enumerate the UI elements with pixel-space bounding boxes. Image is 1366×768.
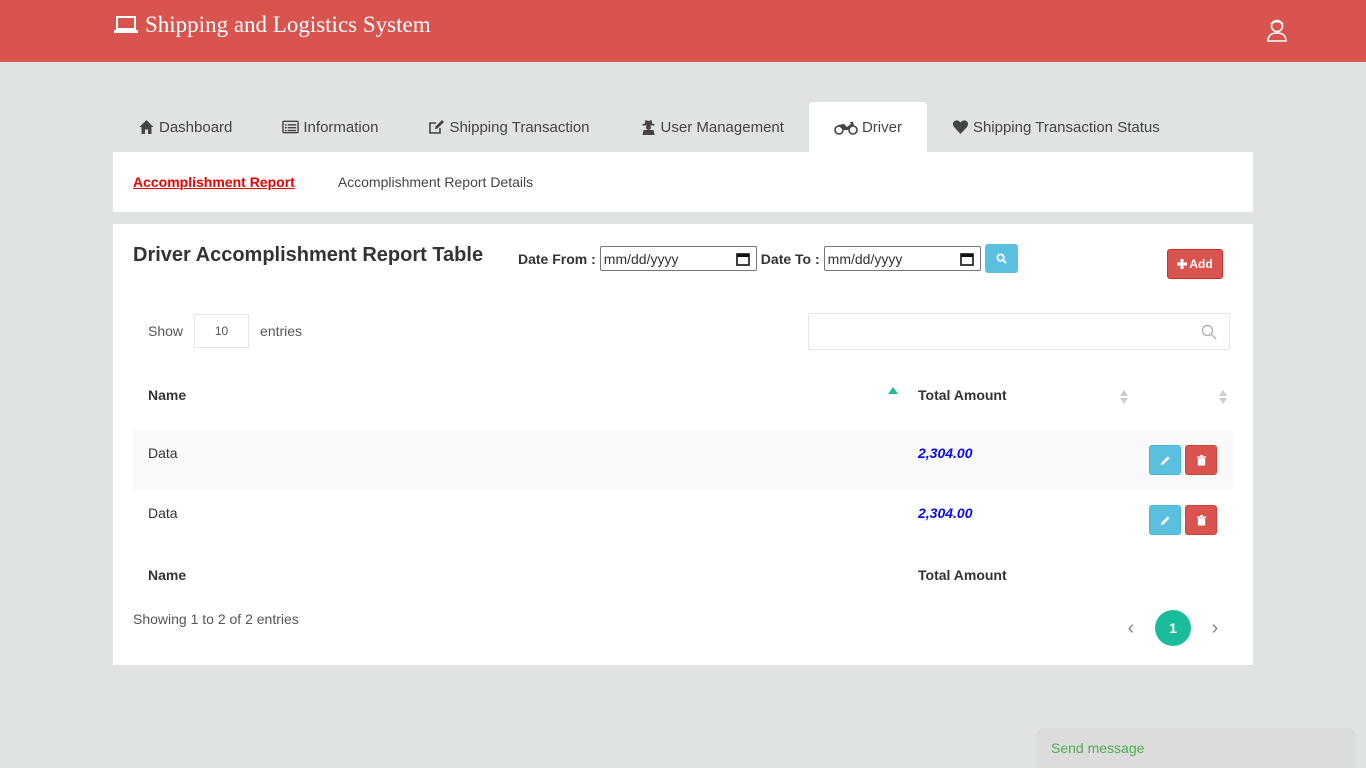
date-search-button[interactable] bbox=[984, 244, 1018, 273]
plus-icon bbox=[1177, 259, 1188, 269]
calendar-icon[interactable] bbox=[959, 252, 974, 266]
sort-icon[interactable] bbox=[1120, 390, 1128, 404]
column-footer-total-amount: Total Amount bbox=[918, 567, 1007, 583]
send-message-label: Send message bbox=[1051, 740, 1145, 756]
tab-label: User Management bbox=[660, 118, 784, 136]
page-button-current[interactable]: 1 bbox=[1155, 610, 1191, 646]
table-row: Data 2,304.00 bbox=[133, 430, 1233, 490]
motorcycle-icon bbox=[834, 122, 858, 135]
main-tabs: Dashboard Information Shipping Transacti… bbox=[113, 102, 1185, 152]
laptop-icon bbox=[114, 16, 138, 33]
row-actions bbox=[1149, 505, 1217, 535]
panel-title: Driver Accomplishment Report Table bbox=[133, 244, 484, 266]
top-header: Shipping and Logistics System bbox=[0, 0, 1366, 62]
tab-label: Driver bbox=[861, 118, 902, 136]
tab-label: Dashboard bbox=[159, 118, 233, 136]
tab-label: Shipping Transaction bbox=[449, 118, 590, 136]
calendar-icon[interactable] bbox=[735, 252, 750, 266]
sub-navigation: Accomplishment Report Accomplishment Rep… bbox=[113, 152, 1253, 212]
home-icon bbox=[139, 120, 154, 134]
table-search-input[interactable] bbox=[808, 313, 1230, 350]
user-secret-icon bbox=[642, 120, 655, 135]
table-footer-row: Name Total Amount bbox=[133, 550, 1233, 610]
date-to-placeholder: mm/dd/yyyy bbox=[827, 250, 903, 267]
row-actions bbox=[1149, 445, 1217, 475]
tab-label: Shipping Transaction Status bbox=[972, 118, 1160, 136]
date-from-input[interactable]: mm/dd/yyyy bbox=[599, 246, 757, 271]
heart-icon bbox=[952, 120, 968, 134]
edit-button[interactable] bbox=[1149, 445, 1181, 475]
app-title: Shipping and Logistics System bbox=[145, 12, 431, 37]
page-length-select[interactable]: 10 bbox=[194, 314, 250, 348]
tab-user-management[interactable]: User Management bbox=[615, 102, 809, 152]
date-to-input[interactable]: mm/dd/yyyy bbox=[823, 246, 981, 271]
tab-information[interactable]: Information bbox=[257, 102, 403, 152]
search-icon bbox=[1201, 324, 1217, 340]
report-table: Name Total Amount Data 2,304.00 Data 2,3… bbox=[133, 370, 1233, 610]
add-button[interactable]: Add bbox=[1167, 249, 1223, 279]
tab-dashboard[interactable]: Dashboard bbox=[113, 102, 257, 152]
column-footer-name: Name bbox=[148, 567, 187, 583]
sort-icon[interactable] bbox=[1219, 390, 1227, 404]
cell-total-amount: 2,304.00 bbox=[918, 505, 973, 521]
tab-shipping-transaction[interactable]: Shipping Transaction bbox=[403, 102, 614, 152]
list-alt-icon bbox=[282, 120, 300, 134]
column-header-name[interactable]: Name bbox=[148, 387, 186, 403]
pagination: ‹ 1 › bbox=[1125, 610, 1221, 646]
table-info: Showing 1 to 2 of 2 entries bbox=[133, 611, 299, 627]
date-from-label: Date From : bbox=[518, 250, 596, 267]
subnav-accomplishment-report-details[interactable]: Accomplishment Report Details bbox=[338, 174, 533, 190]
table-header-row: Name Total Amount bbox=[133, 370, 1233, 430]
next-page-button[interactable]: › bbox=[1209, 617, 1221, 640]
user-avatar-icon[interactable] bbox=[1266, 18, 1288, 42]
cell-total-amount: 2,304.00 bbox=[918, 445, 973, 461]
pencil-icon bbox=[1160, 455, 1170, 465]
cell-name: Data bbox=[148, 445, 178, 461]
show-label: Show bbox=[148, 323, 184, 339]
edit-icon bbox=[429, 120, 445, 134]
previous-page-button[interactable]: ‹ bbox=[1125, 617, 1137, 640]
date-from-placeholder: mm/dd/yyyy bbox=[603, 250, 679, 267]
trash-icon bbox=[1196, 514, 1206, 526]
sort-ascending-icon[interactable] bbox=[888, 387, 898, 394]
page-length-control: Show 10 entries bbox=[148, 314, 302, 348]
delete-button[interactable] bbox=[1185, 505, 1217, 535]
brand[interactable]: Shipping and Logistics System bbox=[113, 12, 431, 38]
pencil-icon bbox=[1160, 515, 1170, 525]
edit-button[interactable] bbox=[1149, 505, 1181, 535]
tab-label: Information bbox=[303, 118, 379, 136]
column-header-total-amount[interactable]: Total Amount bbox=[918, 387, 1007, 403]
tab-shipping-transaction-status[interactable]: Shipping Transaction Status bbox=[927, 102, 1185, 152]
entries-label: entries bbox=[260, 323, 303, 339]
tab-driver[interactable]: Driver bbox=[808, 102, 927, 152]
date-to-label: Date To : bbox=[760, 250, 820, 267]
search-icon bbox=[996, 253, 1007, 264]
cell-name: Data bbox=[148, 505, 178, 521]
table-row: Data 2,304.00 bbox=[133, 490, 1233, 550]
subnav-accomplishment-report[interactable]: Accomplishment Report bbox=[133, 174, 295, 190]
send-message-widget[interactable]: Send message bbox=[1036, 728, 1356, 768]
date-filter: Date From : mm/dd/yyyy Date To : mm/dd/y… bbox=[518, 244, 1018, 273]
report-panel: Driver Accomplishment Report Table Date … bbox=[113, 224, 1253, 665]
trash-icon bbox=[1196, 454, 1206, 466]
delete-button[interactable] bbox=[1185, 445, 1217, 475]
add-label: Add bbox=[1189, 257, 1213, 271]
